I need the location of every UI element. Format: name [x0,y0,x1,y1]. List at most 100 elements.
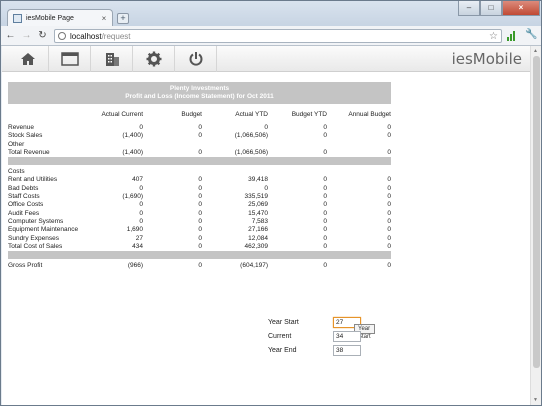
cell-value: (1,066,506) [234,148,268,156]
current-row: Current 34 [268,330,361,342]
cell-value: 0 [323,201,327,209]
cell-value [98,168,144,176]
cell-value [268,168,327,176]
cell-value: 0 [387,176,391,184]
close-window-button[interactable]: × [502,1,540,16]
star-icon[interactable]: ☆ [489,31,498,42]
scroll-up-icon[interactable]: ▲ [533,48,538,54]
cell-value: 0 [264,184,268,192]
row-label: Gross Profit [8,262,43,270]
minimize-button[interactable]: – [458,1,480,16]
cell-value: 0 [387,132,391,140]
cell-value: 0 [198,209,202,217]
cell-value: 0 [139,184,143,192]
section-divider [8,157,391,166]
window-button[interactable] [49,46,91,72]
forward-arrow-icon[interactable]: → [20,29,33,43]
new-tab-button[interactable]: + [117,13,129,24]
year-start-row: Year Start 27 [268,316,361,328]
cell-value: 0 [323,193,327,201]
cell-value: 0 [139,124,143,131]
cell-value: (1,690) [122,193,143,201]
row-label: Staff Costs [8,193,40,201]
cell-value: 0 [198,148,202,156]
tab-strip: iesMobile Page × + – □ × [1,1,541,26]
cell-value: 27 [135,234,143,242]
reload-icon[interactable]: ↻ [36,29,49,43]
table-row: Total Revenue (1,400) 0 (1,066,506) 0 0 [8,149,391,157]
cell-value: 0 [139,209,143,217]
table-row: Stock Sales (1,400) 0 (1,066,506) 0 0 [8,132,391,140]
cell-value: (966) [127,262,143,270]
cell-value: 0 [387,242,391,250]
table-row: Audit Fees 0 0 15,470 0 0 [8,210,391,218]
table-row: Total Cost of Sales 434 0 462,309 0 0 [8,243,391,251]
tab-close-icon[interactable]: × [99,14,109,23]
cell-value: 15,470 [248,209,268,217]
year-end-input[interactable]: 38 [333,344,361,356]
cell-value: 0 [323,217,327,225]
vertical-scrollbar[interactable]: ▲ ▼ [530,46,541,405]
cell-value: Budget [181,111,202,118]
report-header: Plenty Investments Profit and Loss (Inco… [8,82,391,104]
settings-button[interactable] [133,46,175,72]
cell-value [98,141,144,149]
cell-value: 39,418 [248,176,268,184]
app-toolbar: iesMobile [2,46,530,72]
cell-value: 0 [198,193,202,201]
cell-value: 0 [198,132,202,140]
cell-value: 0 [387,226,391,234]
building-icon [105,52,119,66]
section-divider [8,251,391,260]
scrollbar-thumb[interactable] [533,56,540,368]
browser-tab[interactable]: iesMobile Page × [7,9,113,26]
cell-value [144,168,202,176]
cell-value [268,141,327,149]
window-icon [60,52,79,66]
table-row: Equipment Maintenance 1,690 0 27,166 0 0 [8,226,391,234]
cell-value: 462,309 [244,242,269,250]
extension-icons: 🔧 [507,29,537,41]
browser-toolbar: ← → ↻ localhost /request ☆ 🔧 [1,26,541,46]
table-row: Staff Costs (1,690) 0 335,519 0 0 [8,193,391,201]
home-button[interactable] [7,46,49,72]
power-button[interactable] [175,46,217,72]
url-path: /request [101,31,131,41]
current-input[interactable]: 34 [333,330,361,342]
cell-value: 0 [387,193,391,201]
building-button[interactable] [91,46,133,72]
cell-value: 0 [387,262,391,270]
tab-title: iesMobile Page [26,14,74,22]
cell-value: 0 [198,184,202,192]
row-label: Computer Systems [8,217,64,225]
window-controls: – □ × [458,1,540,16]
scroll-down-icon[interactable]: ▼ [533,397,538,403]
cell-value [144,141,202,149]
cell-value: 0 [387,184,391,192]
cell-value: 0 [323,124,327,131]
cell-value [202,141,268,149]
cell-value: 0 [323,209,327,217]
cell-value: 0 [139,217,143,225]
cell-value: 0 [323,132,327,140]
cell-value: 12,084 [248,234,268,242]
table-row: Sundry Expenses 27 0 12,084 0 0 [8,235,391,243]
cell-value: 0 [387,148,391,156]
address-bar[interactable]: localhost /request ☆ [54,29,502,43]
report-subtitle: Profit and Loss (Income Statement) for O… [125,93,274,100]
maximize-button[interactable]: □ [480,1,502,16]
cell-value: 0 [323,184,327,192]
table-row: Costs [8,168,391,176]
url-host: localhost [70,31,102,41]
table-row: Office Costs 0 0 25,069 0 0 [8,201,391,209]
cell-value: (1,066,506) [234,132,268,140]
back-arrow-icon[interactable]: ← [4,29,17,43]
cell-value: 335,519 [244,193,269,201]
row-label: Bad Debts [8,184,39,192]
wrench-icon[interactable]: 🔧 [525,29,537,41]
row-label: Total Revenue [8,148,50,156]
signal-icon[interactable] [507,29,519,41]
home-icon [20,53,35,65]
cell-value: 0 [387,201,391,209]
cell-value: Annual Budget [348,111,391,118]
